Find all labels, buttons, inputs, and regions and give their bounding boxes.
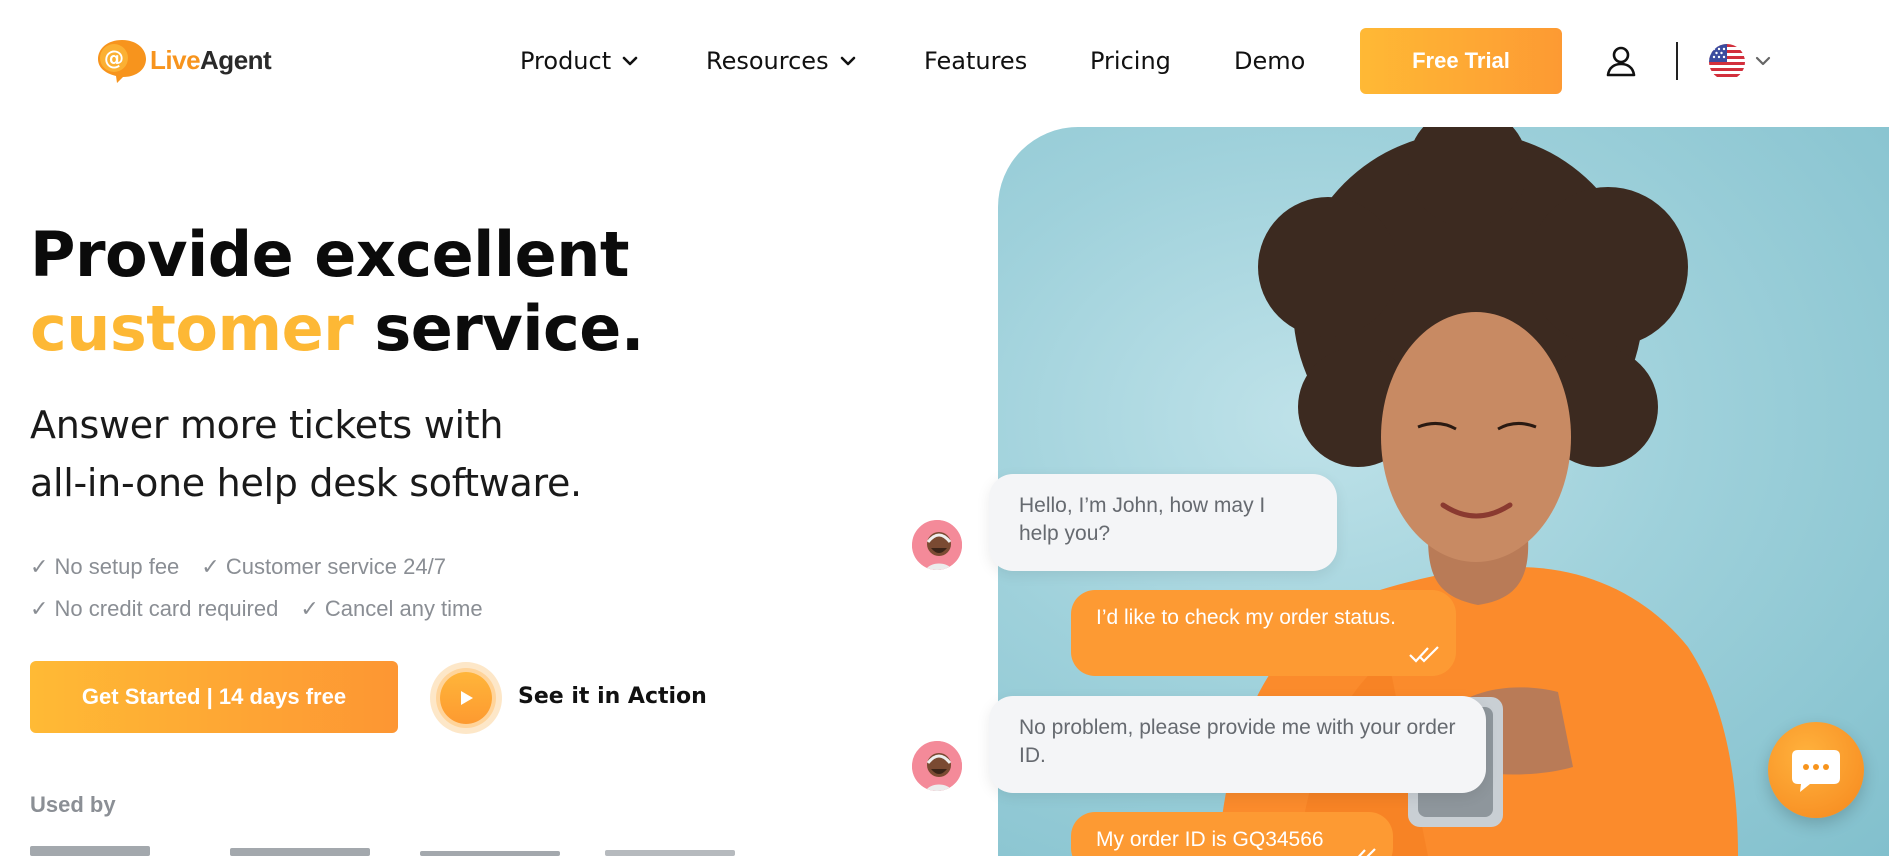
client-logos-strip — [30, 846, 735, 856]
chat-message-text: My order ID is GQ34566 — [1096, 828, 1324, 851]
nav-demo[interactable]: Demo — [1234, 47, 1305, 75]
chat-bubble-user: My order ID is GQ34566 — [1071, 812, 1393, 856]
benefit-item: ✓ Customer service 24/7 — [201, 554, 446, 579]
nav-product-label: Product — [520, 47, 612, 75]
nav-features[interactable]: Features — [924, 47, 1027, 75]
double-check-icon — [1409, 646, 1439, 663]
nav-product[interactable]: Product — [520, 47, 639, 75]
chat-message-text: Hello, I’m John, how may I help you? — [1019, 494, 1266, 545]
us-flag-icon[interactable] — [1709, 44, 1745, 80]
benefit-item: ✓ No setup fee — [30, 554, 180, 579]
logo-live: Live — [150, 44, 201, 75]
client-logo — [230, 848, 370, 856]
chat-bubble-dots-icon — [1792, 750, 1840, 792]
chat-message-text: I’d like to check my order status. — [1096, 606, 1396, 629]
hero-subtitle-line1: Answer more tickets with — [30, 403, 504, 447]
logo-agent: Agent — [200, 44, 272, 75]
agent-face-icon — [912, 520, 962, 570]
free-trial-button[interactable]: Free Trial — [1360, 28, 1562, 94]
play-button-inner — [440, 672, 492, 724]
chat-bubble-agent: Hello, I’m John, how may I help you? — [989, 474, 1337, 571]
chevron-down-icon[interactable] — [1754, 52, 1772, 70]
nav-pricing[interactable]: Pricing — [1090, 47, 1171, 75]
benefit-item: ✓ Cancel any time — [300, 596, 483, 621]
agent-avatar — [910, 739, 964, 793]
user-icon[interactable] — [1604, 44, 1638, 78]
client-logo — [605, 850, 735, 856]
benefit-item: ✓ No credit card required — [30, 596, 279, 621]
logo-text: LiveAgent — [150, 44, 272, 76]
chat-message-text: No problem, please provide me with your … — [1019, 716, 1456, 767]
see-it-in-action-link[interactable]: See it in Action — [518, 684, 707, 709]
chat-bubble-user: I’d like to check my order status. — [1071, 590, 1456, 676]
client-logo — [420, 851, 560, 856]
nav-resources-label: Resources — [706, 47, 829, 75]
hero-subtitle: Answer more tickets with all-in-one help… — [30, 396, 582, 512]
agent-avatar — [910, 518, 964, 572]
hero-subtitle-line2: all-in-one help desk software. — [30, 461, 582, 505]
chevron-down-icon — [622, 56, 638, 66]
client-logo — [30, 846, 150, 856]
header-divider — [1676, 42, 1678, 80]
double-check-icon — [1357, 848, 1376, 856]
hero-title: Provide excellent customer service. — [30, 218, 644, 366]
hero-title-accent: customer — [30, 292, 354, 365]
used-by-label: Used by — [30, 792, 116, 817]
chat-widget-button[interactable] — [1768, 722, 1864, 818]
chat-bubble-agent: No problem, please provide me with your … — [989, 696, 1486, 793]
at-speech-bubble-icon: @ — [98, 40, 146, 83]
nav-resources[interactable]: Resources — [706, 47, 857, 75]
play-video-button[interactable] — [430, 662, 502, 734]
liveagent-logo[interactable]: @ LiveAgent — [92, 36, 272, 84]
hero-title-line1: Provide excellent — [30, 218, 629, 291]
agent-face-icon — [912, 741, 962, 791]
hero-title-rest: service. — [353, 292, 644, 365]
benefit-list: ✓ No setup fee ✓ Customer service 24/7 ✓… — [30, 546, 505, 630]
get-started-button[interactable]: Get Started | 14 days free — [30, 661, 398, 733]
svg-text:@: @ — [104, 46, 124, 70]
chevron-down-icon — [840, 56, 855, 66]
play-icon — [461, 691, 473, 705]
